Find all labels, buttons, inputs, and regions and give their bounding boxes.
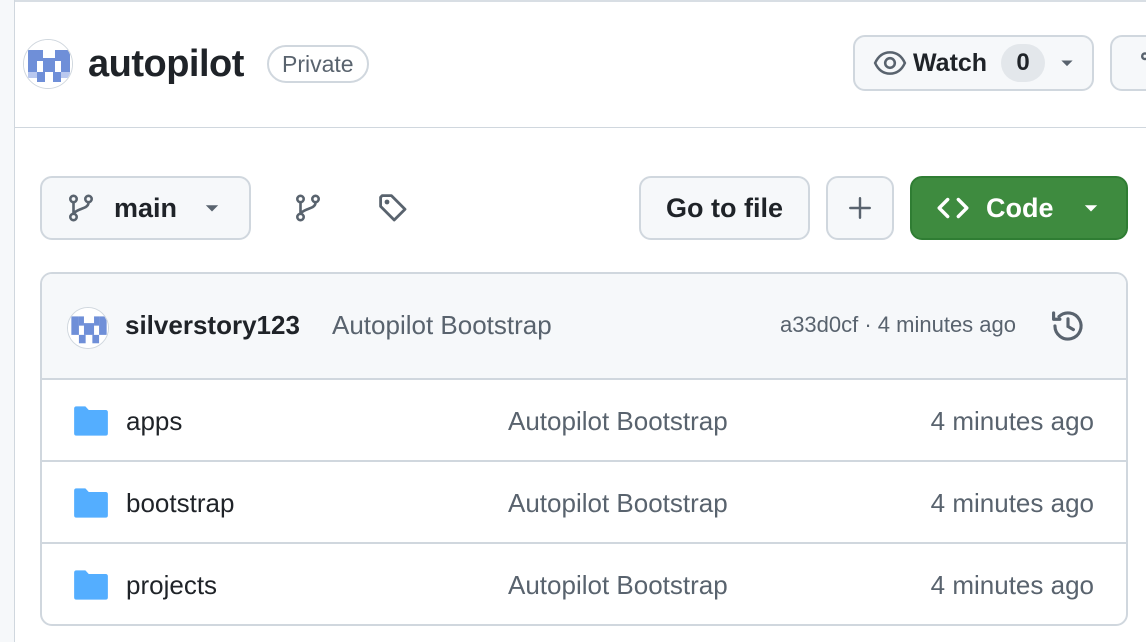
fork-icon bbox=[1140, 52, 1146, 61]
watch-count: 0 bbox=[1001, 44, 1046, 82]
add-file-button[interactable] bbox=[826, 176, 894, 240]
plus-icon bbox=[849, 197, 871, 219]
file-commit-age: 4 minutes ago bbox=[930, 570, 1094, 600]
file-commit-age: 4 minutes ago bbox=[930, 406, 1094, 436]
watch-button[interactable]: Watch 0 bbox=[853, 35, 1094, 91]
folder-icon bbox=[74, 406, 108, 436]
left-page-edge bbox=[0, 0, 15, 642]
branch-selector-button[interactable]: main bbox=[40, 176, 251, 240]
eye-icon bbox=[873, 51, 907, 75]
tags-button[interactable] bbox=[373, 188, 413, 228]
file-commit-message[interactable]: Autopilot Bootstrap bbox=[508, 488, 728, 519]
chevron-down-icon bbox=[1084, 205, 1097, 212]
tag-icon bbox=[379, 194, 407, 222]
file-commit-message[interactable]: Autopilot Bootstrap bbox=[508, 570, 728, 601]
fork-button[interactable] bbox=[1110, 35, 1146, 91]
branch-name: main bbox=[114, 192, 178, 223]
visibility-badge: Private bbox=[267, 45, 369, 83]
go-to-file-button[interactable]: Go to file bbox=[639, 176, 810, 240]
file-name-link[interactable]: bootstrap bbox=[126, 488, 234, 519]
commit-author-avatar[interactable] bbox=[67, 307, 109, 349]
history-icon[interactable] bbox=[1050, 308, 1086, 344]
identicon-avatar-icon bbox=[68, 308, 108, 348]
git-branch-icon bbox=[295, 194, 321, 222]
commit-message-link[interactable]: Autopilot Bootstrap bbox=[332, 310, 552, 341]
file-commit-age: 4 minutes ago bbox=[930, 488, 1094, 518]
chevron-down-icon bbox=[205, 205, 219, 212]
file-name-link[interactable]: apps bbox=[126, 406, 182, 437]
repo-owner-avatar[interactable] bbox=[23, 39, 73, 89]
repo-name-link[interactable]: autopilot bbox=[88, 40, 244, 88]
commit-hash-time[interactable]: a33d0cf · 4 minutes ago bbox=[780, 312, 1016, 338]
file-row[interactable]: bootstrap Autopilot Bootstrap 4 minutes … bbox=[42, 462, 1126, 544]
folder-icon bbox=[74, 570, 108, 600]
watch-label: Watch bbox=[913, 48, 988, 77]
file-row[interactable]: apps Autopilot Bootstrap 4 minutes ago bbox=[42, 380, 1126, 462]
identicon-avatar-icon bbox=[24, 40, 72, 88]
code-icon bbox=[937, 197, 969, 219]
repo-header: autopilot Private Watch 0 bbox=[15, 2, 1146, 128]
branches-button[interactable] bbox=[288, 188, 328, 228]
code-button[interactable]: Code bbox=[910, 176, 1128, 240]
code-label: Code bbox=[986, 192, 1054, 223]
folder-icon bbox=[74, 488, 108, 518]
file-row[interactable]: projects Autopilot Bootstrap 4 minutes a… bbox=[42, 544, 1126, 624]
commit-author-link[interactable]: silverstory123 bbox=[125, 310, 300, 341]
latest-commit-bar: silverstory123 Autopilot Bootstrap a33d0… bbox=[42, 274, 1126, 380]
file-name-link[interactable]: projects bbox=[126, 570, 217, 601]
git-branch-icon bbox=[68, 194, 94, 222]
file-table: silverstory123 Autopilot Bootstrap a33d0… bbox=[40, 272, 1128, 626]
chevron-down-icon bbox=[1061, 60, 1073, 67]
file-commit-message[interactable]: Autopilot Bootstrap bbox=[508, 406, 728, 437]
